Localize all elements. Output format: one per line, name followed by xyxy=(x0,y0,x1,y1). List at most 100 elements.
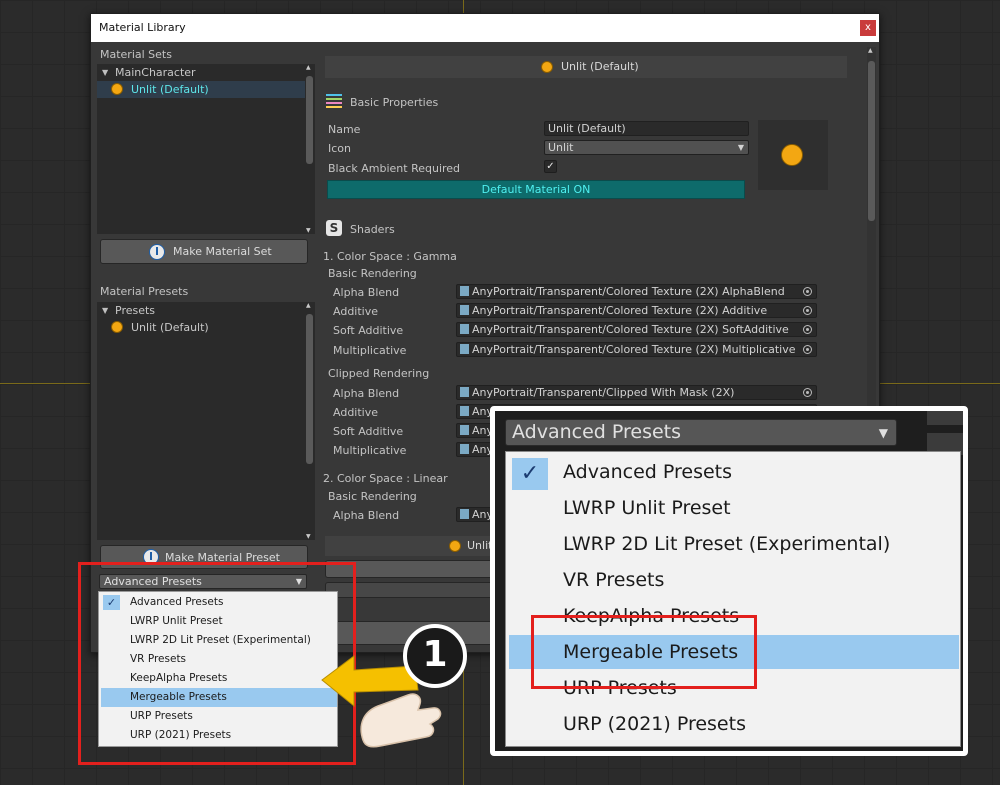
shader-row-label: Soft Additive xyxy=(333,324,404,337)
shader-field[interactable]: AnyPortrait/Transparent/Colored Texture … xyxy=(456,284,817,299)
target-icon[interactable] xyxy=(803,325,812,334)
orange-dot-icon xyxy=(449,540,461,552)
shader-row-label: Soft Additive xyxy=(333,425,404,438)
shader-field-value: AnyPortrait/Transparent/Colored Texture … xyxy=(472,285,785,298)
checkmark-icon: ✓ xyxy=(546,161,555,172)
checkmark-icon: ✓ xyxy=(512,458,548,490)
zoomed-callout: Advanced Presets ▼ ✓ Advanced Presets LW… xyxy=(490,406,968,756)
menu-item-lwrp-unlit-preset[interactable]: LWRP Unlit Preset xyxy=(509,491,959,525)
target-icon[interactable] xyxy=(803,306,812,315)
tree-item-label: Unlit (Default) xyxy=(131,83,209,96)
scroll-up-icon[interactable]: ▲ xyxy=(306,302,311,309)
default-material-button[interactable]: Default Material ON xyxy=(327,180,745,199)
orange-dot-icon xyxy=(541,61,553,73)
name-label: Name xyxy=(328,123,361,136)
shader-file-icon xyxy=(460,509,469,519)
material-sets-tree: ▼ MainCharacter Unlit (Default) ▲ ▼ xyxy=(97,64,315,234)
bottom-header-title: Unlit xyxy=(467,539,493,552)
icon-preview xyxy=(758,120,828,190)
shader-row-label: Additive xyxy=(333,305,378,318)
scroll-thumb[interactable] xyxy=(868,61,875,221)
shader-row-label: Multiplicative xyxy=(333,344,407,357)
gamma-section-label: 1. Color Space : Gamma xyxy=(323,250,457,263)
target-icon[interactable] xyxy=(803,287,812,296)
scroll-up-icon[interactable]: ▲ xyxy=(868,47,873,54)
highlight-frame-dropdown xyxy=(78,562,356,765)
material-header-title: Unlit (Default) xyxy=(561,60,639,73)
shader-field[interactable]: AnyPortrait/Transparent/Colored Texture … xyxy=(456,303,817,318)
basic-rendering-label: Basic Rendering xyxy=(328,490,417,503)
shader-field[interactable]: AnyPortrait/Transparent/Colored Texture … xyxy=(456,322,817,337)
orange-dot-icon xyxy=(781,144,803,166)
tree-group-maincharacter[interactable]: ▼ MainCharacter xyxy=(97,64,305,81)
material-presets-label: Material Presets xyxy=(100,285,189,298)
black-ambient-checkbox[interactable]: ✓ xyxy=(544,160,557,173)
collapse-triangle-icon[interactable]: ▼ xyxy=(102,64,108,81)
collapse-triangle-icon[interactable]: ▼ xyxy=(102,302,108,319)
icon-label: Icon xyxy=(328,142,351,155)
shader-file-icon xyxy=(460,286,469,296)
menu-item-vr-presets[interactable]: VR Presets xyxy=(509,563,959,597)
shader-file-icon xyxy=(460,387,469,397)
shader-field[interactable]: AnyPortrait/Transparent/Clipped With Mas… xyxy=(456,385,817,400)
target-icon[interactable] xyxy=(803,345,812,354)
shader-file-icon xyxy=(460,444,469,454)
menu-item-lwrp-2d-lit-preset[interactable]: LWRP 2D Lit Preset (Experimental) xyxy=(509,527,959,561)
menu-item-urp-2021-presets[interactable]: URP (2021) Presets xyxy=(509,707,959,741)
material-presets-tree: ▼ Presets Unlit (Default) ▲ ▼ xyxy=(97,302,315,540)
preset-type-dropdown-zoomed[interactable]: Advanced Presets ▼ xyxy=(505,419,897,446)
tree-item-unlit-default-preset[interactable]: Unlit (Default) xyxy=(97,319,305,336)
shader-row-label: Additive xyxy=(333,406,378,419)
icon-dropdown-value: Unlit xyxy=(548,141,574,154)
icon-dropdown[interactable]: Unlit ▼ xyxy=(544,140,749,155)
shader-field-value: AnyPortrait/Transparent/Colored Texture … xyxy=(472,304,768,317)
shader-field[interactable]: AnyPortrait/Transparent/Colored Texture … xyxy=(456,342,817,357)
list-icon xyxy=(326,94,342,108)
target-icon[interactable] xyxy=(803,388,812,397)
scroll-up-icon[interactable]: ▲ xyxy=(306,64,311,71)
name-field[interactable]: Unlit (Default) xyxy=(544,121,749,136)
scroll-down-icon[interactable]: ▼ xyxy=(306,533,311,540)
scroll-thumb[interactable] xyxy=(306,314,313,464)
make-material-set-label: Make Material Set xyxy=(173,245,272,258)
shaders-title: Shaders xyxy=(350,223,395,236)
material-header-bar: Unlit (Default) xyxy=(325,56,847,78)
linear-section-label: 2. Color Space : Linear xyxy=(323,472,448,485)
shader-row-label: Alpha Blend xyxy=(333,286,400,299)
tree-group-presets[interactable]: ▼ Presets xyxy=(97,302,305,319)
preset-type-menu-zoomed: ✓ Advanced Presets LWRP Unlit Preset LWR… xyxy=(505,451,961,747)
scroll-thumb[interactable] xyxy=(306,76,313,164)
scroll-down-icon[interactable]: ▼ xyxy=(306,227,311,234)
shader-file-icon xyxy=(460,406,469,416)
window-titlebar: Material Library x xyxy=(91,14,879,42)
make-material-set-button[interactable]: Make Material Set xyxy=(100,239,308,264)
shader-file-icon xyxy=(460,344,469,354)
menu-item-advanced-presets[interactable]: ✓ Advanced Presets xyxy=(509,455,959,490)
close-window-button[interactable]: x xyxy=(860,20,876,36)
shader-row-label: Multiplicative xyxy=(333,444,407,457)
material-presets-scrollbar[interactable]: ▲ ▼ xyxy=(305,302,314,540)
shader-field-value: AnyPortrait/Transparent/Clipped With Mas… xyxy=(472,386,735,399)
material-sets-scrollbar[interactable]: ▲ ▼ xyxy=(305,64,314,234)
tree-group-label: MainCharacter xyxy=(115,66,196,79)
callout-context-block xyxy=(927,411,963,425)
tree-item-label: Unlit (Default) xyxy=(131,321,209,334)
shader-field-value: AnyPortrait/Transparent/Colored Texture … xyxy=(472,343,796,356)
chevron-down-icon: ▼ xyxy=(878,426,888,440)
step-number-badge: 1 xyxy=(403,624,467,688)
tree-item-unlit-default[interactable]: Unlit (Default) xyxy=(97,81,305,98)
clipped-rendering-label: Clipped Rendering xyxy=(328,367,430,380)
shader-file-icon xyxy=(460,305,469,315)
shader-file-icon xyxy=(460,324,469,334)
shader-row-label: Alpha Blend xyxy=(333,509,400,522)
orange-dot-icon xyxy=(111,83,123,95)
black-ambient-label: Black Ambient Required xyxy=(328,162,461,175)
shader-file-icon xyxy=(460,425,469,435)
shader-field-value: AnyPortrait/Transparent/Colored Texture … xyxy=(472,323,789,336)
chevron-down-icon: ▼ xyxy=(737,143,744,152)
basic-properties-title: Basic Properties xyxy=(350,96,439,109)
material-sets-label: Material Sets xyxy=(100,48,172,61)
menu-item-label: Advanced Presets xyxy=(563,461,733,483)
preset-type-value: Advanced Presets xyxy=(512,421,682,443)
tree-group-label: Presets xyxy=(115,304,156,317)
